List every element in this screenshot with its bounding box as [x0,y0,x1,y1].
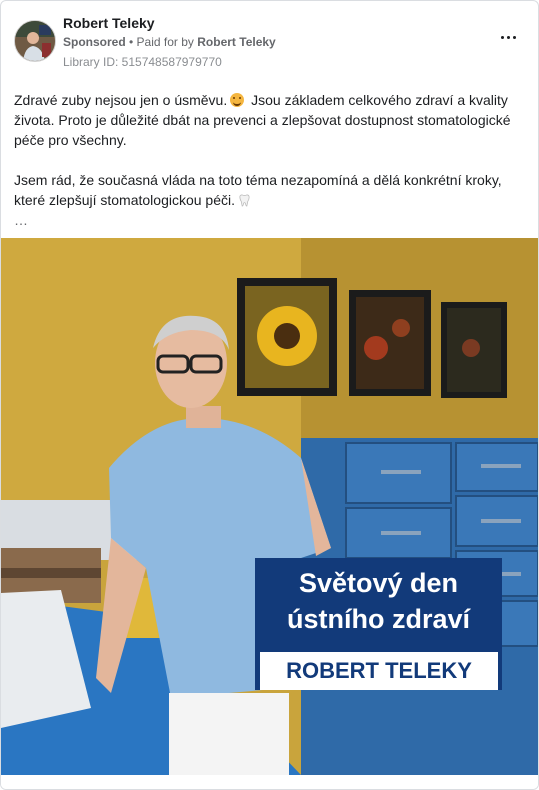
overlay-title-line-1: Světový den [298,568,459,598]
sponsored-label: Sponsored [63,35,126,49]
author-avatar[interactable] [14,20,56,62]
post-footer [1,775,538,789]
avatar-image [15,21,55,61]
post-header: Robert Teleky Sponsored • Paid for by Ro… [1,1,538,77]
post-paragraph-1: Zdravé zuby nejsou jen o úsměvu. Jsou zá… [14,90,526,150]
photo-illustration [1,238,538,775]
paid-for-prefix: • Paid for by [129,35,194,49]
more-options-icon[interactable] [500,29,518,47]
paid-for-name[interactable]: Robert Teleky [197,35,275,49]
smiling-face-icon [230,93,245,107]
post-text-p1-a: Zdravé zuby nejsou jen o úsměvu. [14,92,228,108]
author-name[interactable]: Robert Teleky [63,15,155,31]
overlay-name-label: ROBERT TELEKY [260,652,498,690]
post-text-p2: Jsem rád, že současná vláda na toto téma… [14,172,502,208]
post-paragraph-2: Jsem rád, že současná vláda na toto téma… [14,170,526,210]
see-more[interactable]: … [14,210,526,230]
tooth-icon [239,194,250,207]
post-image[interactable]: Světový den ústního zdraví ROBERT TELEKY [1,238,538,775]
sponsored-meta: Sponsored • Paid for by Robert Teleky [63,35,276,49]
post-text: Zdravé zuby nejsou jen o úsměvu. Jsou zá… [14,90,526,230]
library-id: Library ID: 515748587979770 [63,55,222,69]
sponsored-post-card: Robert Teleky Sponsored • Paid for by Ro… [0,0,539,790]
overlay-title-line-2: ústního zdraví [286,604,470,634]
